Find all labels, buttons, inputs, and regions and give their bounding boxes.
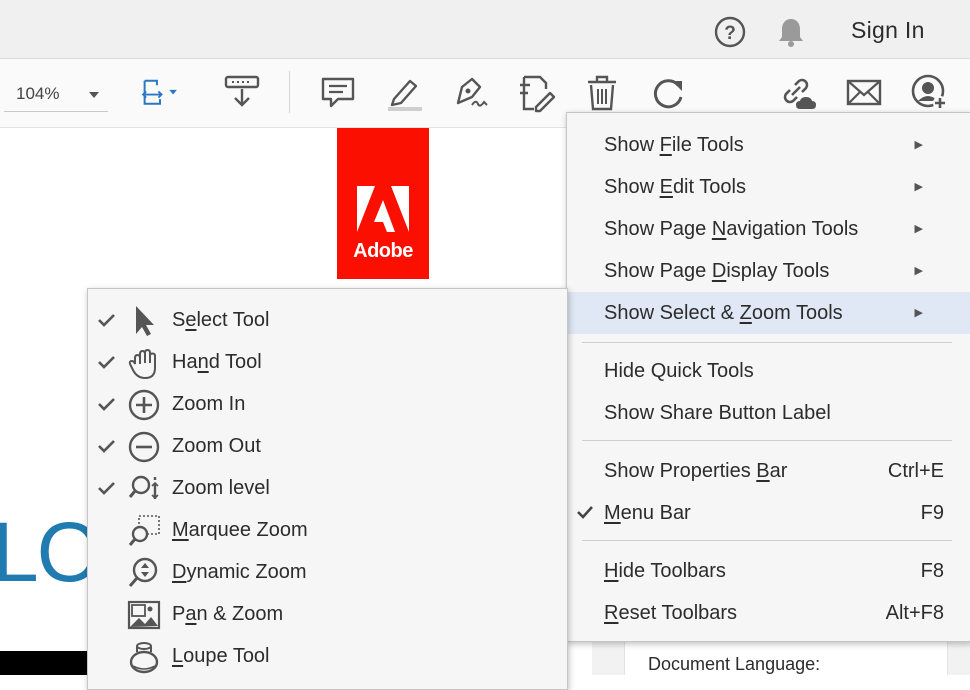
edit-pdf-icon[interactable] bbox=[516, 73, 556, 113]
document-black-bar bbox=[0, 651, 90, 675]
add-user-icon[interactable] bbox=[910, 73, 950, 113]
menu-item-show-properties-bar[interactable]: Show Properties Bar Ctrl+E bbox=[567, 450, 970, 492]
loupe-icon bbox=[129, 642, 159, 674]
toolbar-divider bbox=[289, 71, 290, 113]
submenu-item-zoom-in[interactable]: Zoom In bbox=[88, 383, 567, 425]
submenu-item-dynamic-zoom[interactable]: Dynamic Zoom bbox=[88, 551, 567, 593]
highlight-icon[interactable] bbox=[384, 73, 424, 113]
hand-icon bbox=[128, 348, 156, 380]
adobe-logo: Adobe bbox=[337, 128, 429, 279]
fit-page-icon[interactable] bbox=[140, 73, 180, 113]
marquee-zoom-icon bbox=[128, 515, 160, 546]
share-link-icon[interactable] bbox=[778, 73, 818, 113]
logo-text: Adobe bbox=[353, 240, 413, 262]
dynamic-zoom-icon bbox=[128, 557, 158, 587]
title-bar: ? Sign In bbox=[0, 0, 970, 59]
checkmark-icon bbox=[98, 440, 115, 453]
menu-item-show-page-display-tools[interactable]: Show Page Display Tools ▶ bbox=[567, 250, 970, 292]
zoom-level-icon bbox=[128, 475, 159, 500]
chevron-down-icon[interactable] bbox=[88, 91, 100, 99]
submenu-item-zoom-out[interactable]: Zoom Out bbox=[88, 425, 567, 467]
submenu-item-select-tool[interactable]: Select Tool bbox=[88, 299, 567, 341]
menu-item-menu-bar[interactable]: Menu Bar F9 bbox=[567, 492, 970, 534]
svg-text:?: ? bbox=[724, 23, 736, 44]
menu-item-show-share-button-label[interactable]: Show Share Button Label bbox=[567, 392, 970, 434]
scroll-mode-icon[interactable] bbox=[222, 73, 262, 113]
submenu-arrow-icon: ▶ bbox=[914, 265, 923, 277]
checkmark-icon bbox=[98, 482, 115, 495]
shortcut-label: Ctrl+E bbox=[887, 460, 944, 482]
submenu-arrow-icon: ▶ bbox=[914, 223, 923, 235]
submenu-item-hand-tool[interactable]: Hand Tool bbox=[88, 341, 567, 383]
rotate-icon[interactable] bbox=[648, 73, 688, 113]
menu-item-hide-toolbars[interactable]: Hide Toolbars F8 bbox=[567, 550, 970, 592]
menu-item-hide-quick-tools[interactable]: Hide Quick Tools bbox=[567, 350, 970, 392]
menu-item-show-file-tools[interactable]: Show File Tools ▶ bbox=[567, 124, 970, 166]
submenu-item-loupe-tool[interactable]: Loupe Tool bbox=[88, 635, 567, 677]
zoom-out-icon bbox=[128, 431, 160, 463]
zoom-level-field[interactable]: 104% bbox=[4, 79, 108, 112]
pan-zoom-icon bbox=[127, 600, 161, 630]
submenu-arrow-icon: ▶ bbox=[914, 181, 923, 193]
menu-separator bbox=[582, 342, 952, 343]
menu-item-show-page-navigation-tools[interactable]: Show Page Navigation Tools ▶ bbox=[567, 208, 970, 250]
comment-icon[interactable] bbox=[318, 73, 358, 113]
arrow-pointer-icon bbox=[136, 306, 154, 336]
adobe-a-icon bbox=[357, 186, 409, 232]
submenu-arrow-icon: ▶ bbox=[914, 307, 923, 319]
submenu-arrow-icon: ▶ bbox=[914, 139, 923, 151]
sign-icon[interactable] bbox=[450, 73, 490, 113]
submenu-item-zoom-level[interactable]: Zoom level bbox=[88, 467, 567, 509]
delete-icon[interactable] bbox=[582, 73, 622, 113]
shortcut-label: F9 bbox=[920, 502, 944, 524]
menu-item-show-edit-tools[interactable]: Show Edit Tools ▶ bbox=[567, 166, 970, 208]
sign-in-link[interactable]: Sign In bbox=[851, 17, 925, 44]
question-circle-icon[interactable]: ? bbox=[714, 16, 746, 48]
checkmark-icon bbox=[98, 356, 115, 369]
zoom-in-icon bbox=[128, 389, 160, 421]
menu-separator bbox=[582, 440, 952, 441]
bell-icon[interactable] bbox=[776, 16, 806, 48]
checkmark-icon bbox=[98, 314, 115, 327]
checkmark-icon bbox=[98, 398, 115, 411]
email-icon[interactable] bbox=[844, 73, 884, 113]
shortcut-label: F8 bbox=[920, 560, 944, 582]
menu-separator bbox=[582, 540, 952, 541]
menu-item-reset-toolbars[interactable]: Reset Toolbars Alt+F8 bbox=[567, 592, 970, 634]
submenu-item-marquee-zoom[interactable]: Marquee Zoom bbox=[88, 509, 567, 551]
select-zoom-tools-submenu: Select Tool Hand Tool Zoom In Zoom Out Z… bbox=[87, 288, 568, 690]
zoom-value[interactable]: 104% bbox=[16, 84, 59, 104]
submenu-item-pan-zoom[interactable]: Pan & Zoom bbox=[88, 593, 567, 635]
menu-item-show-select-zoom-tools[interactable]: Show Select & Zoom Tools ▶ bbox=[567, 292, 970, 334]
document-language-label: Document Language: bbox=[648, 654, 821, 674]
checkmark-icon bbox=[577, 506, 593, 519]
shortcut-label: Alt+F8 bbox=[885, 602, 944, 624]
toolbar-context-menu: Show File Tools ▶ Show Edit Tools ▶ Show… bbox=[566, 112, 970, 642]
